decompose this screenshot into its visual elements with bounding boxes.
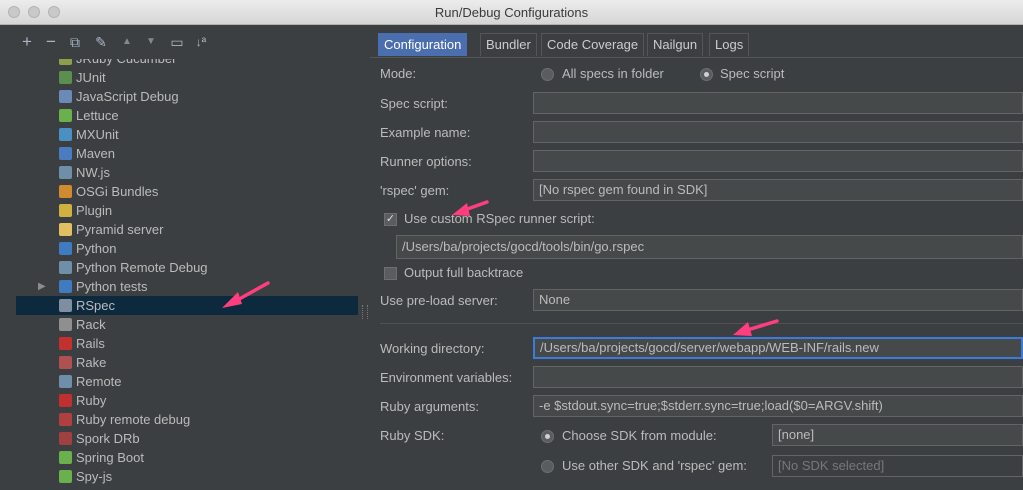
arrow-custom-runner-head-icon	[452, 203, 470, 216]
annotation-arrows	[222, 200, 779, 336]
arrow-workdir-head-icon	[733, 322, 752, 336]
arrow-rspec-head-icon	[222, 292, 242, 308]
